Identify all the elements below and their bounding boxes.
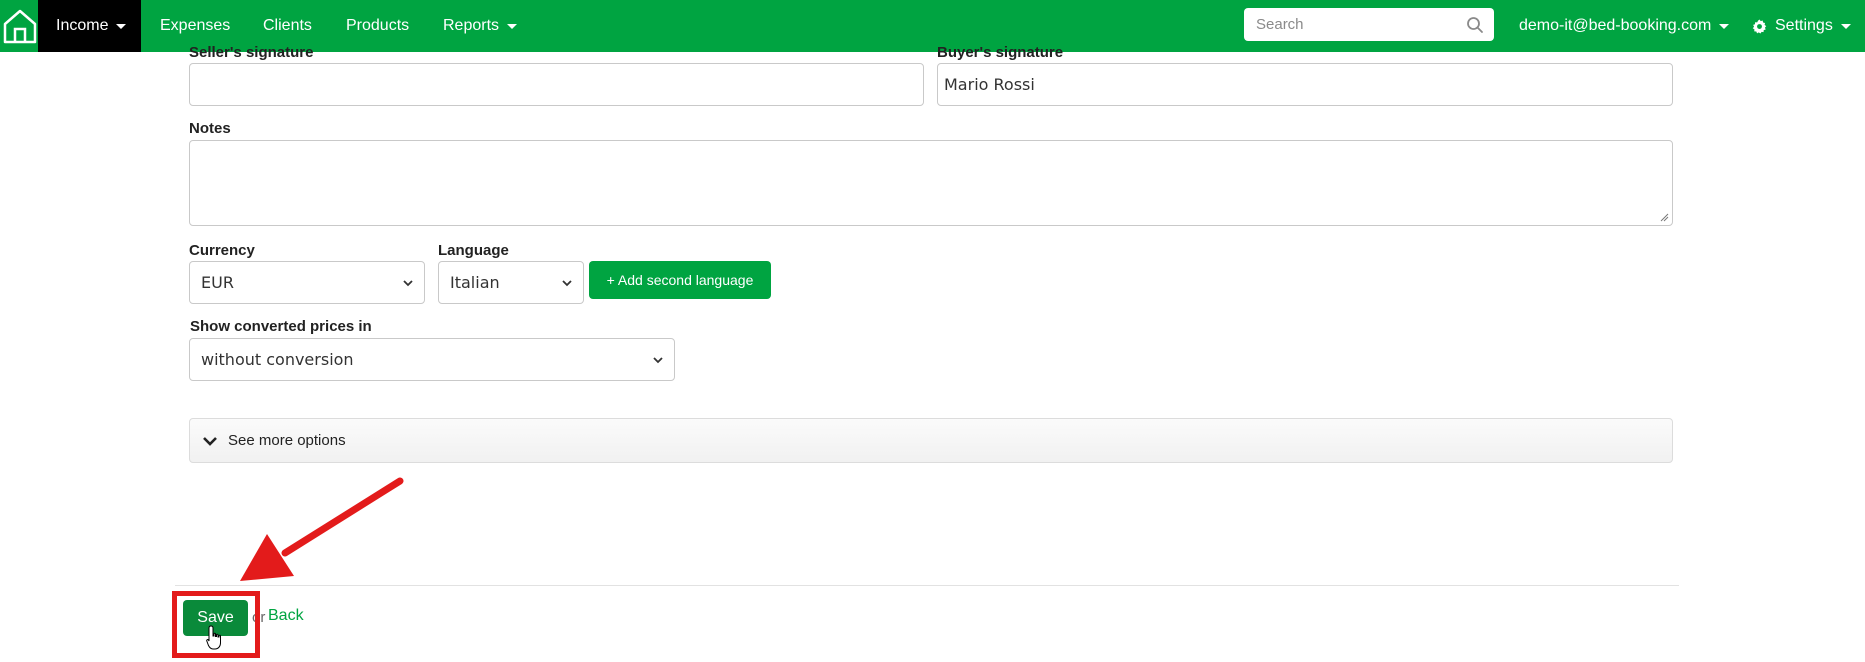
language-label: Language [438, 242, 509, 259]
chevron-down-icon [562, 280, 572, 287]
buyer-signature-label: Buyer's signature [937, 44, 1064, 61]
nav-products-label: Products [346, 17, 410, 34]
caret-down-icon [1719, 23, 1730, 29]
currency-label: Currency [189, 242, 255, 259]
notes-label: Notes [189, 120, 231, 137]
back-link[interactable]: Back [268, 607, 304, 625]
language-select[interactable]: Italian [438, 261, 584, 304]
currency-select[interactable]: EUR [189, 261, 425, 304]
page: Income Expenses Clients Products Reports… [0, 0, 1865, 662]
converted-prices-label: Show converted prices in [190, 318, 372, 335]
settings-label: Settings [1775, 17, 1833, 34]
notes-textarea[interactable] [189, 140, 1673, 226]
search-icon[interactable] [1466, 16, 1484, 34]
nav-products[interactable]: Products [346, 0, 409, 52]
converted-prices-select[interactable]: without conversion [189, 338, 675, 381]
form-divider [175, 585, 1679, 586]
user-menu-label: demo-it@bed-booking.com [1519, 17, 1712, 34]
seller-signature-input[interactable] [189, 63, 924, 106]
nav-expenses-label: Expenses [160, 17, 231, 34]
see-more-options-label: See more options [228, 432, 346, 449]
caret-down-icon [116, 23, 127, 29]
settings-menu[interactable]: Settings [1752, 0, 1851, 52]
chevron-down-icon [203, 436, 217, 446]
caret-down-icon [1840, 23, 1851, 29]
see-more-options-toggle[interactable]: See more options [189, 418, 1673, 463]
add-second-language-button[interactable]: + Add second language [589, 261, 771, 299]
user-menu[interactable]: demo-it@bed-booking.com [1519, 0, 1730, 52]
home-button[interactable] [0, 0, 40, 52]
nav-income-label: Income [56, 17, 109, 34]
chevron-down-icon [653, 357, 663, 364]
currency-selected: EUR [201, 273, 234, 292]
annotation-highlight-box [172, 591, 260, 658]
nav-clients-label: Clients [263, 17, 312, 34]
buyer-signature-value: Mario Rossi [944, 75, 1035, 94]
home-icon [3, 9, 37, 44]
language-selected: Italian [450, 273, 500, 292]
seller-signature-label: Seller's signature [189, 44, 314, 61]
chevron-down-icon [403, 280, 413, 287]
nav-reports[interactable]: Reports [443, 0, 518, 52]
converted-prices-selected: without conversion [201, 350, 354, 369]
resize-grip-icon[interactable] [1659, 212, 1669, 222]
add-second-language-label: + Add second language [606, 272, 754, 288]
nav-income[interactable]: Income [38, 0, 141, 52]
gear-icon [1752, 18, 1767, 34]
buyer-signature-input[interactable]: Mario Rossi [937, 63, 1673, 106]
search-input[interactable] [1244, 8, 1494, 41]
nav-reports-label: Reports [443, 17, 500, 34]
caret-down-icon [507, 23, 518, 29]
search-box [1244, 8, 1494, 41]
